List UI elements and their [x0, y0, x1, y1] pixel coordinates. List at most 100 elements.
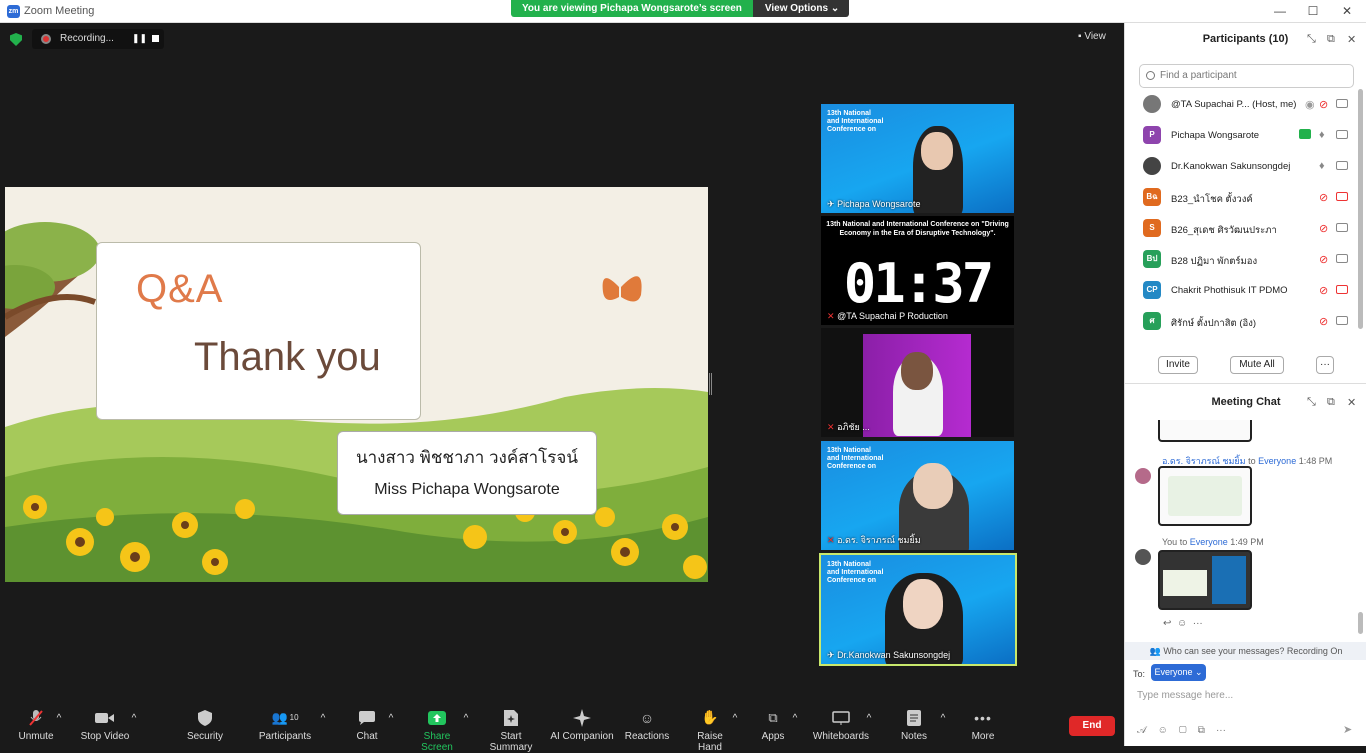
view-label: View — [1084, 31, 1106, 42]
participant-row[interactable]: S B26_สุเดช ศิรวัฒนประภา ⊘ — [1125, 213, 1357, 244]
participants-button[interactable]: 👥 10 Participants — [258, 709, 312, 743]
chat-options-caret[interactable]: ^ — [386, 713, 396, 724]
sharing-icon — [1299, 129, 1311, 139]
chat-scrollbar[interactable] — [1358, 612, 1363, 634]
active-speaker-tile[interactable]: 13th National and International Conference… — [819, 553, 1017, 666]
participant-row[interactable]: ศ ศิรักษ์ ตั้งปกาสิต (อิง) ⊘ — [1125, 306, 1357, 337]
minimize-button[interactable]: — — [1265, 3, 1295, 20]
recording-dot-icon — [41, 34, 51, 44]
audio-options-caret[interactable]: ^ — [54, 713, 64, 724]
mic-muted-icon: ⊘ — [1319, 192, 1329, 204]
file-icon[interactable]: ▢ — [1179, 725, 1187, 736]
tile-name-label: ✕ @TA Supachai P Roduction — [827, 311, 948, 321]
more-icon[interactable]: ··· — [1193, 618, 1203, 629]
participant-row[interactable]: Bป B28 ปฏิมา พักตร์มอง ⊘ — [1125, 244, 1357, 275]
chat-button[interactable]: Chat — [353, 709, 381, 742]
conference-banner-graphic: 13th National and International Conference… — [827, 447, 884, 470]
apps-grid-icon: ⧉ — [768, 709, 778, 725]
meeting-toolbar: Unmute ^ Stop Video ^ Security 👥 10 Parti… — [0, 703, 1124, 753]
format-icon[interactable]: 𝒜 — [1137, 725, 1146, 736]
chat-image-thumbnail[interactable] — [1158, 420, 1252, 442]
video-options-caret[interactable]: ^ — [129, 713, 139, 724]
zoom-logo-icon: zm — [7, 5, 20, 18]
participant-row[interactable]: CP Chakrit Phothisuk IT PDMO ⊘ — [1125, 275, 1357, 306]
tile-name-label: ✈ Pichapa Wongsarote — [827, 199, 921, 209]
collapse-icon[interactable]: ⤡ — [1307, 33, 1316, 46]
whiteboards-options-caret[interactable]: ^ — [864, 713, 874, 724]
apps-options-caret[interactable]: ^ — [790, 713, 800, 724]
mic-muted-icon: ⊘ — [1319, 285, 1329, 297]
participants-scrollbar[interactable] — [1358, 89, 1363, 329]
whiteboard-icon — [832, 710, 850, 725]
more-options-button[interactable]: ··· — [1316, 356, 1334, 374]
camera-icon — [1336, 316, 1348, 325]
ai-companion-button[interactable]: AI Companion — [550, 708, 614, 742]
recipient-dropdown[interactable]: Everyone ⌄ — [1151, 664, 1206, 681]
chat-message-input[interactable]: Type message here... — [1137, 690, 1233, 701]
participants-options-caret[interactable]: ^ — [318, 713, 328, 724]
unmute-button[interactable]: Unmute — [18, 709, 54, 742]
more-icon[interactable]: ··· — [1216, 725, 1226, 736]
pop-out-icon[interactable]: ⧉ — [1327, 396, 1335, 409]
stop-video-button[interactable]: Stop Video — [80, 709, 130, 742]
view-options-button[interactable]: View Options ⌄ — [752, 0, 850, 17]
video-tile[interactable]: 13th National and International Conference… — [821, 104, 1014, 213]
share-options-caret[interactable]: ^ — [461, 713, 471, 724]
reply-icon[interactable]: ↩ — [1163, 618, 1171, 629]
pause-recording-button[interactable]: ❚❚ — [132, 33, 147, 44]
screenshot-icon[interactable]: ⧉ — [1198, 725, 1205, 736]
chat-visibility-notice[interactable]: 👥 Who can see your messages? Recording O… — [1125, 642, 1366, 660]
message-actions[interactable]: ↩ ☺ ··· — [1163, 618, 1203, 629]
participant-name: ศิรักษ์ ตั้งปกาสิต (อิง) — [1171, 318, 1256, 329]
avatar — [1135, 549, 1151, 565]
participant-row[interactable]: Bฉ B23_นำโชค ตั้งวงค์ ⊘ — [1125, 182, 1357, 213]
emoji-icon[interactable]: ☺ — [1158, 725, 1168, 736]
presenter-name-english: Miss Pichapa Wongsarote — [374, 481, 560, 498]
title-bar: zm Zoom Meeting You are viewing Pichapa … — [0, 0, 1366, 23]
end-meeting-button[interactable]: End — [1069, 716, 1115, 736]
video-tile[interactable]: 13th National and International Conferen… — [821, 216, 1014, 325]
whiteboards-button[interactable]: Whiteboards — [812, 709, 870, 742]
view-grid-icon: ▪ — [1078, 31, 1082, 42]
camera-icon — [1336, 254, 1348, 263]
video-tile[interactable]: 13th National and International Conference… — [821, 441, 1014, 550]
summary-document-icon — [504, 709, 518, 726]
tile-name-label: ✕ อ.ดร. จิราภรณ์ ชมยิ้ม — [827, 535, 921, 545]
share-screen-button[interactable]: Share Screen — [410, 709, 464, 753]
participant-search-input[interactable]: Find a participant — [1139, 64, 1354, 88]
invite-button[interactable]: Invite — [1158, 356, 1198, 374]
close-panel-icon[interactable]: ✕ — [1347, 33, 1356, 46]
reaction-icon[interactable]: ☺ — [1177, 618, 1187, 629]
participant-row[interactable]: Dr.Kanokwan Sakunsongdej ♦ — [1125, 151, 1357, 182]
participant-row[interactable]: P Pichapa Wongsarote ♦ — [1125, 120, 1357, 151]
view-button[interactable]: ▪ View — [1078, 31, 1106, 42]
tile-banner-text: 13th National and International Conferen… — [826, 221, 1009, 237]
notes-button[interactable]: Notes — [898, 709, 930, 742]
pop-out-icon[interactable]: ⧉ — [1327, 33, 1335, 46]
apps-button[interactable]: ⧉ Apps — [760, 709, 786, 743]
close-window-button[interactable]: ✕ — [1332, 3, 1362, 20]
participant-row[interactable]: @TA Supachai P... (Host, me) ◉ ⊘ — [1125, 89, 1357, 120]
stage-resize-handle[interactable] — [709, 373, 712, 395]
encryption-shield-icon[interactable] — [10, 33, 22, 46]
maximize-button[interactable]: ☐ — [1298, 3, 1328, 20]
stop-recording-button[interactable] — [152, 35, 159, 42]
mute-all-button[interactable]: Mute All — [1230, 356, 1284, 374]
camera-icon — [1336, 130, 1348, 139]
chat-image-thumbnail[interactable] — [1158, 550, 1252, 610]
close-chat-icon[interactable]: ✕ — [1347, 396, 1356, 409]
raise-hand-button[interactable]: ✋ Raise Hand — [686, 709, 734, 753]
send-icon[interactable]: ➤ — [1343, 723, 1352, 736]
notes-options-caret[interactable]: ^ — [938, 713, 948, 724]
more-button[interactable]: ••• More — [966, 709, 1000, 743]
collapse-icon[interactable]: ⤡ — [1307, 396, 1316, 409]
video-tile[interactable]: ✕ อภิชัย ... — [821, 328, 1014, 437]
shield-icon — [198, 709, 212, 726]
mic-icon: ♦ — [1319, 160, 1325, 172]
participants-count: 10 — [289, 713, 299, 722]
reactions-button[interactable]: ☺ Reactions — [624, 709, 670, 743]
raise-hand-options-caret[interactable]: ^ — [730, 713, 740, 724]
start-summary-button[interactable]: Start Summary — [478, 709, 544, 753]
chat-image-thumbnail[interactable] — [1158, 466, 1252, 526]
security-button[interactable]: Security — [184, 709, 226, 742]
